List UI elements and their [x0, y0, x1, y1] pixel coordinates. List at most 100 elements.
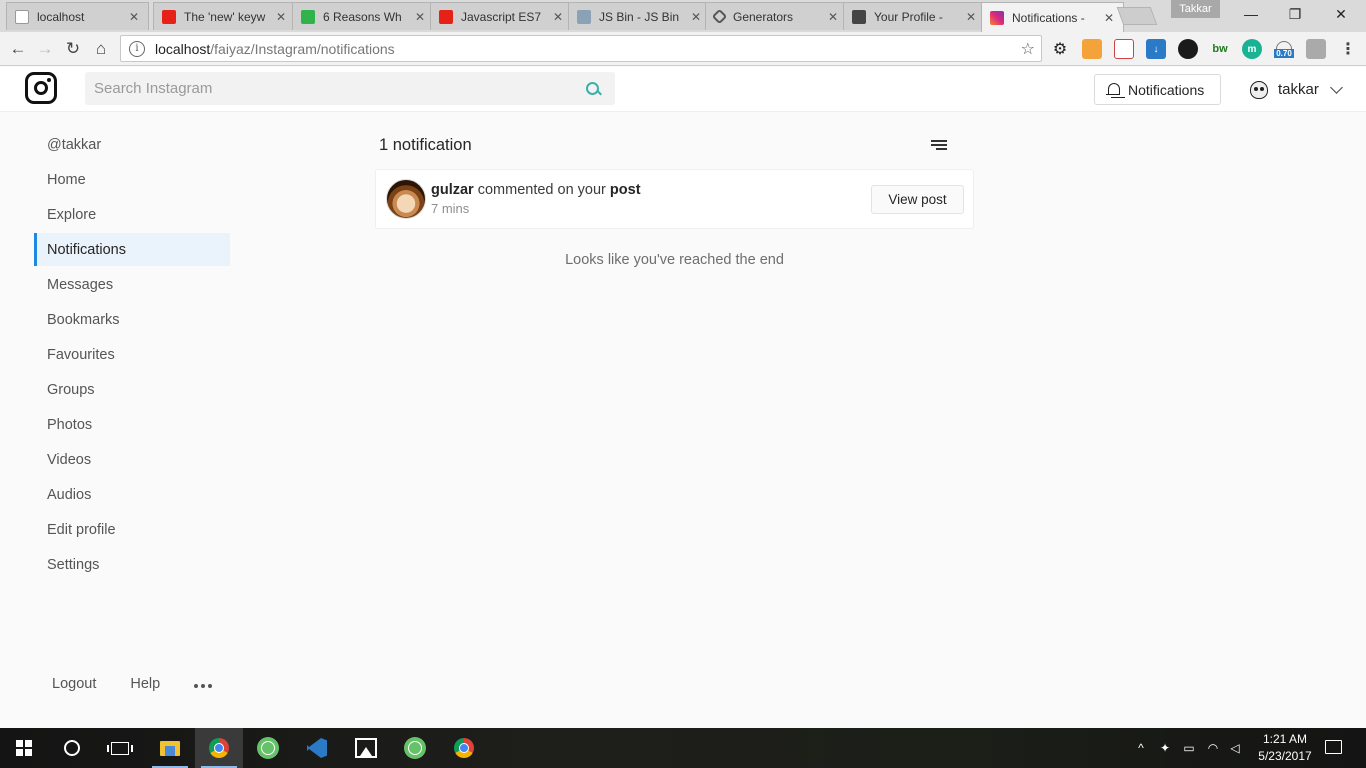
- sidebar-item-favourites[interactable]: Favourites: [34, 338, 230, 371]
- jsbin-icon: [577, 9, 591, 24]
- sidebar-item-videos[interactable]: Videos: [34, 443, 230, 476]
- minimize-icon[interactable]: —: [1228, 0, 1274, 28]
- sidebar-item-photos[interactable]: Photos: [34, 408, 230, 441]
- clock-date: 5/23/2017: [1258, 749, 1312, 763]
- close-icon[interactable]: ✕: [414, 10, 426, 24]
- download-icon[interactable]: ↓: [1146, 39, 1166, 59]
- volume-icon[interactable]: ◁: [1227, 741, 1243, 755]
- chevron-up-icon[interactable]: ^: [1133, 741, 1149, 755]
- sidebar-item-messages[interactable]: Messages: [34, 268, 230, 301]
- bookmark-star-icon[interactable]: ☆: [1021, 39, 1035, 59]
- sidebar-item-bookmarks[interactable]: Bookmarks: [34, 303, 230, 336]
- url-host: localhost: [155, 40, 211, 57]
- browser-tab[interactable]: 6 Reasons Wh ✕: [292, 2, 435, 30]
- sidebar-item-home[interactable]: Home: [34, 163, 230, 196]
- tab-title: Generators: [733, 9, 794, 24]
- speed-extension-icon[interactable]: 0.70: [1274, 39, 1294, 59]
- cortana-button[interactable]: [48, 728, 96, 768]
- wifi-icon[interactable]: ◠: [1205, 741, 1221, 755]
- search-input[interactable]: [85, 72, 579, 105]
- view-post-button[interactable]: View post: [871, 185, 964, 214]
- extension-icon[interactable]: bw: [1210, 39, 1230, 59]
- notifications-button[interactable]: Notifications: [1094, 74, 1221, 105]
- cortana-icon: [64, 740, 80, 756]
- sidebar-item-explore[interactable]: Explore: [34, 198, 230, 231]
- app-header: Notifications takkar: [0, 67, 1366, 112]
- reload-icon[interactable]: ↻: [61, 37, 85, 61]
- window-close-icon[interactable]: ✕: [1318, 0, 1364, 28]
- browser-tab[interactable]: localhost ✕: [6, 2, 149, 30]
- menu-icon[interactable]: ⋮: [1338, 39, 1358, 59]
- system-tray: ^ ✦ ▭ ◠ ◁: [1133, 728, 1243, 768]
- back-icon[interactable]: ←: [6, 37, 30, 61]
- action-center-icon[interactable]: [1325, 740, 1342, 754]
- extension-icon[interactable]: m: [1242, 39, 1262, 59]
- close-icon[interactable]: ✕: [690, 10, 702, 24]
- home-icon[interactable]: ⌂: [89, 37, 113, 61]
- search-icon[interactable]: [579, 72, 615, 105]
- url-path: /faiyaz/Instagram/notifications: [210, 40, 395, 57]
- sidebar-item-profile[interactable]: @takkar: [34, 128, 230, 161]
- windows-logo-icon: [16, 740, 32, 756]
- tab-title: localhost: [37, 9, 85, 24]
- folder-icon: [160, 740, 180, 756]
- browser-profile-chip[interactable]: Takkar: [1171, 0, 1220, 18]
- browser-tab[interactable]: The 'new' keyw ✕: [153, 2, 296, 30]
- taskbar-clock[interactable]: 1:21 AM 5/23/2017: [1250, 731, 1320, 765]
- taskbar-atom-2[interactable]: [391, 728, 439, 768]
- help-link[interactable]: Help: [130, 676, 160, 692]
- sidebar-item-notifications[interactable]: Notifications: [34, 233, 230, 266]
- forward-icon[interactable]: →: [33, 37, 57, 61]
- taskbar-photos[interactable]: [342, 728, 390, 768]
- address-bar[interactable]: i localhost/faiyaz/Instagram/notificatio…: [120, 35, 1042, 62]
- taskbar-atom[interactable]: [244, 728, 292, 768]
- dropbox-icon[interactable]: ✦: [1157, 741, 1173, 755]
- sidebar-item-edit-profile[interactable]: Edit profile: [34, 513, 230, 546]
- user-menu[interactable]: takkar: [1250, 74, 1343, 105]
- browser-tab[interactable]: Generators ✕: [705, 2, 848, 30]
- extension-icon[interactable]: [1306, 39, 1326, 59]
- notification-user[interactable]: gulzar: [431, 182, 474, 198]
- notification-item[interactable]: gulzar commented on your post 7 mins Vie…: [375, 169, 974, 229]
- gear-icon[interactable]: ⚙: [1050, 39, 1070, 59]
- sidebar-item-audios[interactable]: Audios: [34, 478, 230, 511]
- chevron-down-icon[interactable]: [1329, 80, 1343, 94]
- codepen-icon: [711, 8, 728, 25]
- close-icon[interactable]: ✕: [827, 10, 839, 24]
- instagram-logo-icon[interactable]: [25, 72, 57, 104]
- close-icon[interactable]: ✕: [1103, 11, 1115, 25]
- more-options-icon[interactable]: [194, 683, 213, 688]
- close-icon[interactable]: ✕: [965, 10, 977, 24]
- extension-icon[interactable]: [1178, 39, 1198, 59]
- hashnode-icon: [852, 9, 866, 24]
- taskbar-file-explorer[interactable]: [146, 728, 194, 768]
- task-view-button[interactable]: [96, 728, 144, 768]
- browser-tab[interactable]: Javascript ES7 ✕: [430, 2, 573, 30]
- browser-tab[interactable]: Your Profile - ✕: [843, 2, 986, 30]
- notification-text: gulzar commented on your post 7 mins: [431, 182, 641, 216]
- battery-icon[interactable]: ▭: [1181, 741, 1197, 755]
- browser-tab[interactable]: JS Bin - JS Bin ✕: [568, 2, 711, 30]
- notification-action: commented on your: [477, 182, 606, 198]
- extension-icon[interactable]: [1114, 39, 1134, 59]
- close-icon[interactable]: ✕: [552, 10, 564, 24]
- taskbar-chrome[interactable]: [195, 728, 243, 768]
- notification-target[interactable]: post: [610, 182, 641, 198]
- info-icon[interactable]: i: [129, 40, 145, 57]
- start-button[interactable]: [0, 728, 48, 768]
- close-icon[interactable]: ✕: [128, 10, 140, 24]
- close-icon[interactable]: ✕: [275, 10, 287, 24]
- taskbar-chrome-2[interactable]: [440, 728, 488, 768]
- tab-title: The 'new' keyw: [184, 9, 266, 24]
- filter-icon[interactable]: [931, 140, 947, 152]
- taskbar-vscode[interactable]: [293, 728, 341, 768]
- browser-tab-active[interactable]: Notifications - ✕: [981, 2, 1124, 32]
- sidebar-item-settings[interactable]: Settings: [34, 548, 230, 581]
- logout-link[interactable]: Logout: [52, 676, 96, 692]
- restore-icon[interactable]: ❐: [1272, 0, 1318, 28]
- new-tab-button[interactable]: [1116, 7, 1158, 25]
- extension-icon[interactable]: [1082, 39, 1102, 59]
- sidebar-item-groups[interactable]: Groups: [34, 373, 230, 406]
- atom-icon: [404, 737, 426, 759]
- avatar[interactable]: [386, 179, 426, 219]
